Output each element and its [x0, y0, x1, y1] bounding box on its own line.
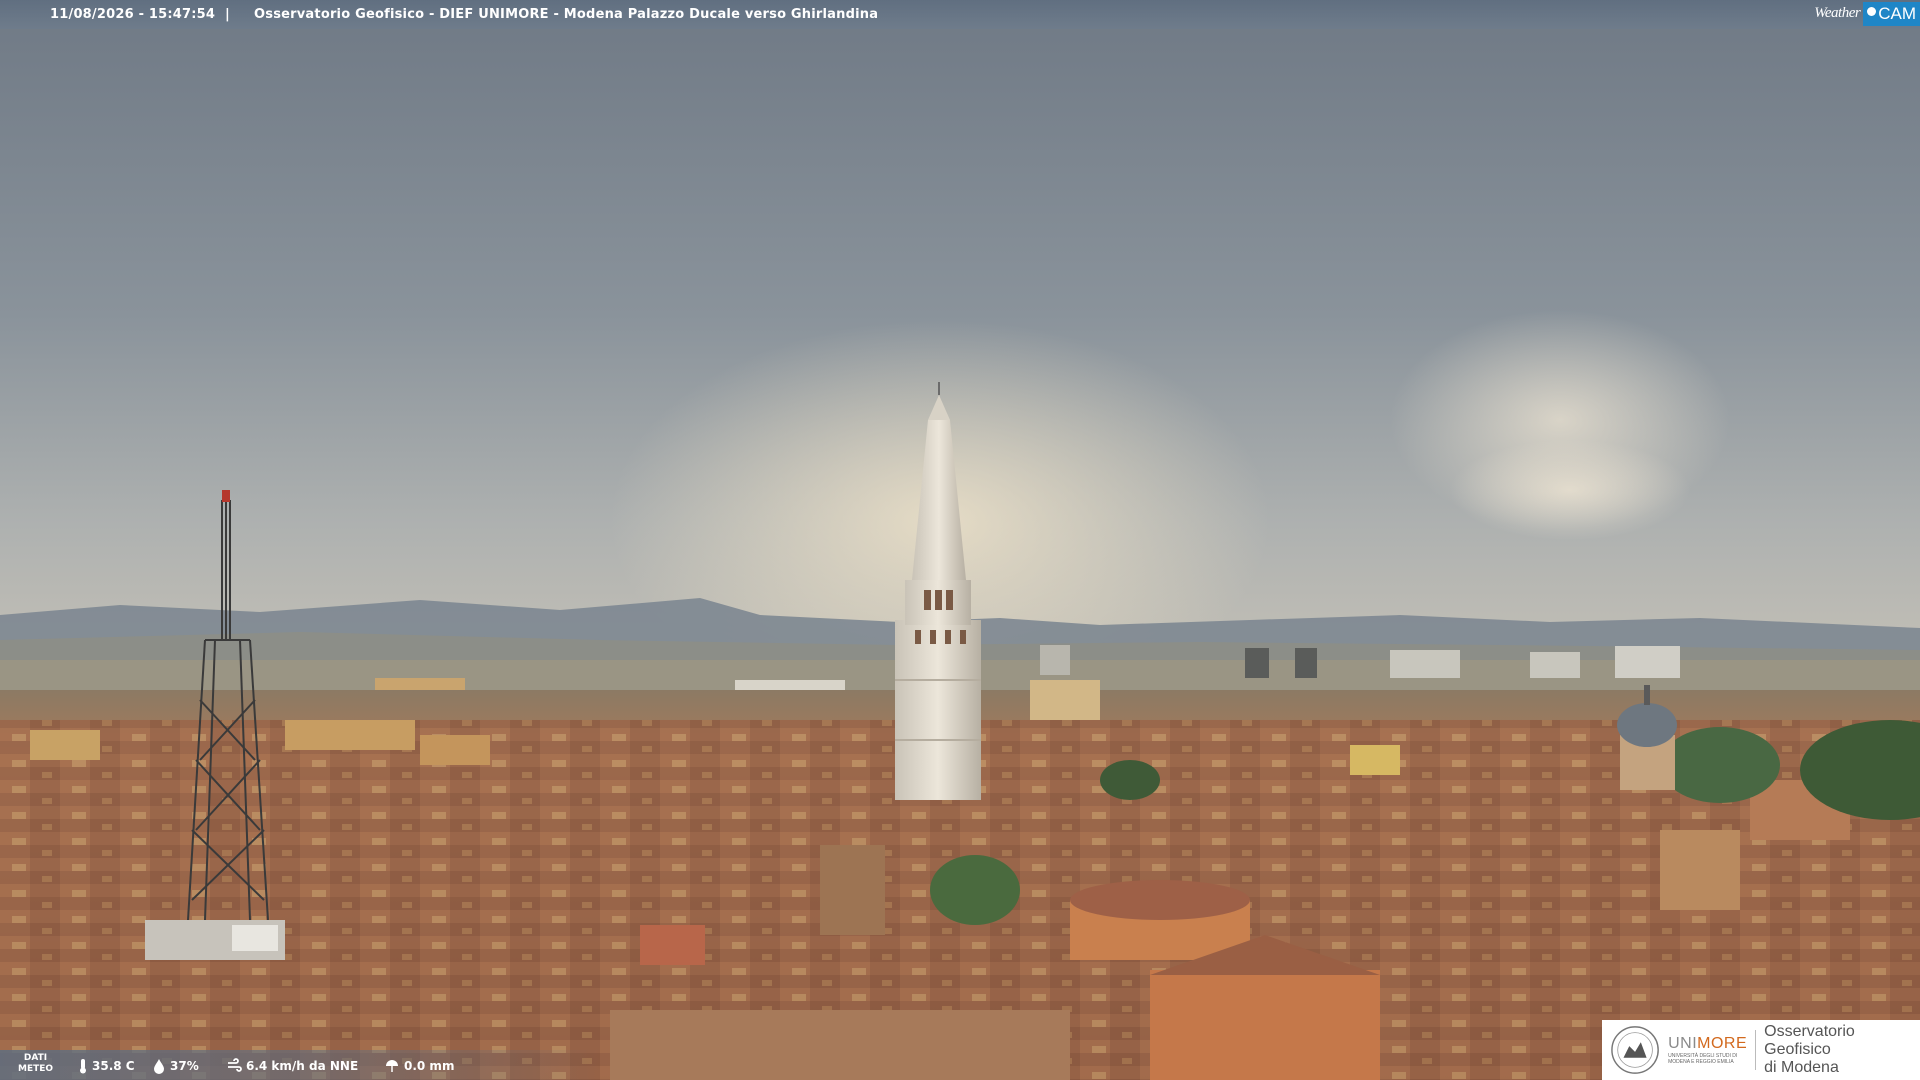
weather-label-line1: DATI: [23, 1053, 48, 1063]
rain-value: 0.0 mm: [404, 1059, 455, 1073]
timestamp: 11/08/2026 - 15:47:54: [50, 7, 216, 22]
caption-bar: 11/08/2026 - 15:47:54 | Osservatorio Geo…: [0, 0, 1920, 29]
webcam-photo: [0, 0, 1920, 1080]
humidity-value: 37%: [170, 1059, 199, 1073]
wind-value: 6.4 km/h da NNE: [246, 1059, 359, 1073]
weather-data-label: DATI METEO: [18, 1053, 53, 1075]
weathercam-logo: Weather CAM: [1814, 0, 1920, 27]
weather-label-line2: METEO: [18, 1064, 54, 1074]
university-seal-icon: [1611, 1026, 1659, 1074]
brand-weather-text: Weather: [1814, 5, 1861, 21]
brand-cam-badge: CAM: [1863, 1, 1920, 26]
unimore-wordmark: UNIMORE UNIVERSITÀ DEGLI STUDI DI MODENA…: [1668, 1035, 1747, 1065]
rain-icon: [386, 1060, 398, 1072]
cam-dot-icon: [1867, 7, 1877, 16]
humidity-reading: 37%: [152, 1058, 199, 1074]
camera-title: Osservatorio Geofisico - DIEF UNIMORE - …: [254, 7, 879, 22]
observatory-line1: Osservatorio Geofisico: [1764, 1023, 1855, 1058]
humidity-drop-icon: [154, 1059, 164, 1074]
unimore-more: MORE: [1697, 1035, 1748, 1052]
rain-reading: 0.0 mm: [384, 1058, 454, 1074]
weather-data-bar: DATI METEO 35.8 C 37% 6.4 km/h da NNE 0.…: [0, 1050, 600, 1080]
observatory-line2: di Modena: [1764, 1059, 1839, 1076]
observatory-name: Osservatorio Geofisico di Modena: [1764, 1023, 1920, 1077]
wind-reading: 6.4 km/h da NNE: [226, 1058, 358, 1074]
thermometer-icon: [80, 1059, 86, 1074]
temperature-reading: 35.8 C: [78, 1058, 135, 1074]
brand-cam-text: CAM: [1878, 3, 1916, 23]
wind-icon: [228, 1058, 242, 1072]
caption-separator: |: [225, 7, 230, 22]
unimore-logo-box: UNIMORE UNIVERSITÀ DEGLI STUDI DI MODENA…: [1602, 1020, 1920, 1080]
unimore-subtitle-2: MODENA E REGGIO EMILIA: [1668, 1059, 1734, 1065]
unimore-uni: UNI: [1668, 1035, 1698, 1052]
temperature-value: 35.8 C: [92, 1059, 135, 1073]
logo-divider: [1755, 1030, 1757, 1070]
